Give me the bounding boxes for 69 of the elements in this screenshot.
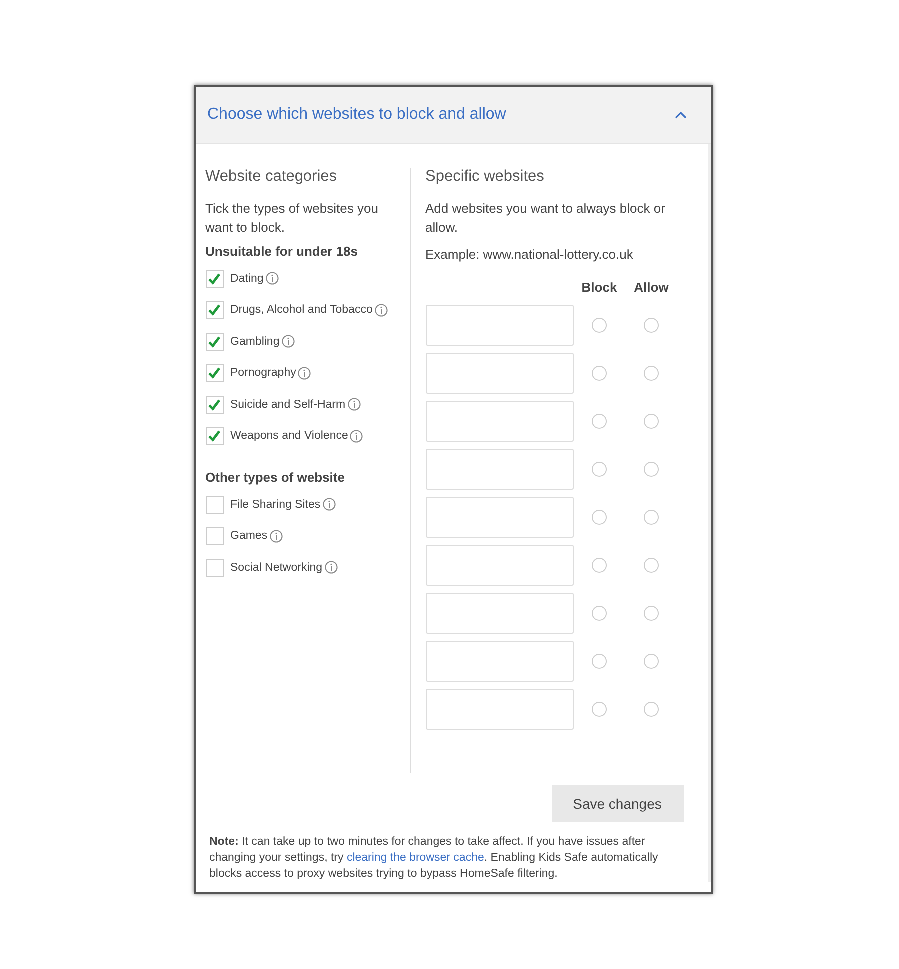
save-button[interactable]: Save changes <box>552 785 684 822</box>
category-label: Gambling <box>230 336 280 348</box>
website-input[interactable] <box>426 449 574 490</box>
website-input[interactable] <box>426 545 574 586</box>
example-text: Example: www.national-lottery.co.uk <box>426 246 634 264</box>
category-label: Social Networking <box>230 562 323 574</box>
group-heading: Unsuitable for under 18s <box>206 244 359 259</box>
block-radio[interactable] <box>592 462 607 477</box>
allow-radio[interactable] <box>644 654 659 669</box>
website-input[interactable] <box>426 689 574 730</box>
column-header: Block <box>580 280 618 297</box>
website-input[interactable] <box>426 353 574 394</box>
info-icon[interactable] <box>348 398 361 412</box>
block-radio[interactable] <box>592 606 607 621</box>
category-label: Dating <box>230 272 264 285</box>
category-label: Drugs, Alcohol and Tobacco <box>230 304 373 316</box>
info-icon[interactable] <box>350 430 364 443</box>
website-input[interactable] <box>426 593 574 634</box>
checkbox[interactable] <box>206 364 224 382</box>
checkbox[interactable] <box>206 527 224 546</box>
block-radio[interactable] <box>592 510 607 525</box>
allow-radio[interactable] <box>644 606 659 621</box>
info-icon[interactable] <box>374 304 388 317</box>
website-input[interactable] <box>426 305 574 346</box>
category-label: Games <box>230 530 268 542</box>
block-radio[interactable] <box>592 366 607 381</box>
checkbox[interactable] <box>206 558 224 577</box>
info-icon[interactable] <box>298 366 312 380</box>
info-icon[interactable] <box>322 498 336 512</box>
info-icon[interactable] <box>270 530 283 543</box>
allow-radio[interactable] <box>644 414 659 429</box>
block-radio[interactable] <box>592 414 607 429</box>
section-heading: Specific websites <box>426 168 546 186</box>
instruction-text: Tick the types of websites you want to block. <box>206 200 380 237</box>
checkbox[interactable] <box>206 496 224 514</box>
block-radio[interactable] <box>592 318 607 333</box>
instruction-text: Add websites you want to always block or allow. <box>426 200 666 237</box>
block-radio[interactable] <box>592 654 607 669</box>
checkbox[interactable] <box>206 332 224 351</box>
block-radio[interactable] <box>592 702 607 717</box>
checkbox[interactable] <box>206 301 224 320</box>
column-header: Allow <box>633 280 670 297</box>
checkbox[interactable] <box>206 270 224 288</box>
checkbox[interactable] <box>206 396 224 414</box>
allow-radio[interactable] <box>644 510 659 525</box>
info-icon[interactable] <box>266 272 279 286</box>
allow-radio[interactable] <box>644 558 659 573</box>
group-heading: Other types of website <box>206 470 346 485</box>
chevron-icon <box>674 111 686 119</box>
clear-cache-link[interactable]: clearing the browser cache <box>346 852 484 864</box>
category-label: Pornography <box>230 367 296 380</box>
block-radio[interactable] <box>592 558 607 573</box>
info-icon[interactable] <box>282 335 295 348</box>
allow-radio[interactable] <box>644 366 659 381</box>
panel-title: Choose which websites to block and allow <box>208 106 506 124</box>
category-label: File Sharing Sites <box>230 498 321 511</box>
category-label: Suicide and Self-Harm <box>230 398 346 411</box>
allow-radio[interactable] <box>644 318 659 333</box>
allow-radio[interactable] <box>644 462 659 477</box>
category-label: Weapons and Violence <box>230 430 348 442</box>
panel-header[interactable]: Choose which websites to block and allow <box>196 87 710 144</box>
note-text: Note: It can take up to two minutes for changes to take affect. If you have issues after changing your settings, try clearing the browser cache. Enabling Kids Safe automatically blocks access to proxy websites trying to bypass HomeSafe filtering. <box>210 835 660 882</box>
section-heading: Website categories <box>206 168 338 186</box>
website-input[interactable] <box>426 641 574 682</box>
checkbox[interactable] <box>206 427 224 446</box>
website-input[interactable] <box>426 401 574 442</box>
allow-radio[interactable] <box>644 702 659 717</box>
info-icon[interactable] <box>324 561 338 574</box>
website-input[interactable] <box>426 497 574 538</box>
